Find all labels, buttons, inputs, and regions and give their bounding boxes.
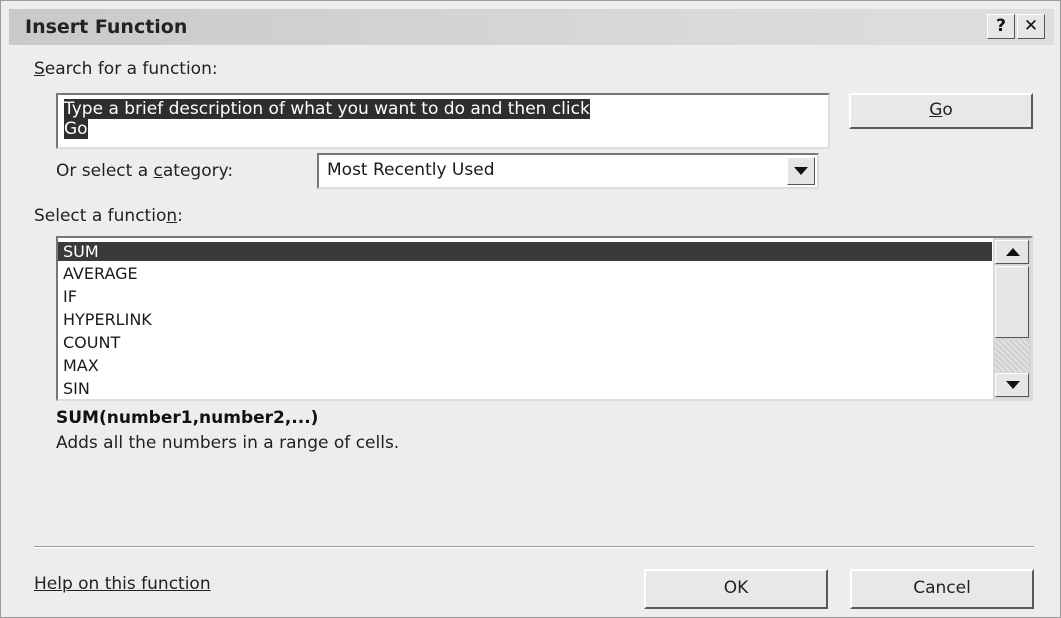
go-button[interactable]: Go <box>849 93 1033 129</box>
function-list[interactable]: SUM AVERAGE IF HYPERLINK COUNT MAX SIN <box>56 236 1033 401</box>
go-button-label: o <box>942 100 953 120</box>
function-list-label-mnemonic: n <box>166 206 178 226</box>
category-label-mnemonic: c <box>153 161 163 181</box>
list-item[interactable]: SIN <box>58 379 992 398</box>
chevron-down-icon <box>1006 381 1020 389</box>
ok-button[interactable]: OK <box>644 569 828 609</box>
footer-divider <box>34 546 1034 548</box>
category-label: Or select a category: <box>56 161 233 181</box>
cancel-button[interactable]: Cancel <box>850 569 1034 609</box>
function-description: Adds all the numbers in a range of cells… <box>56 433 400 453</box>
go-button-mnemonic: G <box>929 100 943 120</box>
help-on-function-link[interactable]: Help on this function <box>34 574 211 594</box>
category-select[interactable]: Most Recently Used <box>317 153 819 189</box>
help-button[interactable]: ? <box>987 14 1015 39</box>
function-list-scrollbar[interactable] <box>993 238 1031 399</box>
category-selected-value: Most Recently Used <box>327 160 495 180</box>
list-item[interactable]: MAX <box>58 356 992 375</box>
category-dropdown-button[interactable] <box>787 157 815 185</box>
dialog-title: Insert Function <box>25 16 188 38</box>
list-item[interactable]: HYPERLINK <box>58 310 992 329</box>
chevron-up-icon <box>1006 248 1020 256</box>
scroll-track[interactable] <box>995 340 1029 372</box>
function-list-label: Select a function: <box>34 206 183 226</box>
scroll-thumb[interactable] <box>995 266 1029 338</box>
close-button[interactable]: ✕ <box>1017 14 1045 39</box>
search-input-value: Type a brief description of what you wan… <box>64 99 819 139</box>
close-icon: ✕ <box>1023 16 1039 36</box>
search-input[interactable]: Type a brief description of what you wan… <box>56 93 830 149</box>
function-list-label-rest: : <box>177 206 183 226</box>
search-label-mnemonic: S <box>34 59 45 79</box>
category-label-prefix: Or select a <box>56 161 154 181</box>
list-item[interactable]: COUNT <box>58 333 992 352</box>
function-list-label-prefix: Select a functio <box>34 206 167 226</box>
search-value-line1: Type a brief description of what you wan… <box>64 99 590 119</box>
title-bar[interactable]: Insert Function ? ✕ <box>9 9 1054 45</box>
list-item[interactable]: AVERAGE <box>58 264 992 283</box>
search-value-line2: Go <box>64 119 88 139</box>
scroll-up-button[interactable] <box>995 240 1029 264</box>
search-label: Search for a function: <box>34 59 218 79</box>
list-item[interactable]: SUM <box>58 242 992 261</box>
scroll-down-button[interactable] <box>995 373 1029 397</box>
chevron-down-icon <box>794 167 808 175</box>
search-label-text: earch for a function: <box>44 59 218 79</box>
list-item[interactable]: IF <box>58 287 992 306</box>
function-signature: SUM(number1,number2,...) <box>56 408 319 428</box>
category-label-rest: ategory: <box>162 161 234 181</box>
insert-function-dialog: Insert Function ? ✕ Search for a functio… <box>0 0 1061 618</box>
